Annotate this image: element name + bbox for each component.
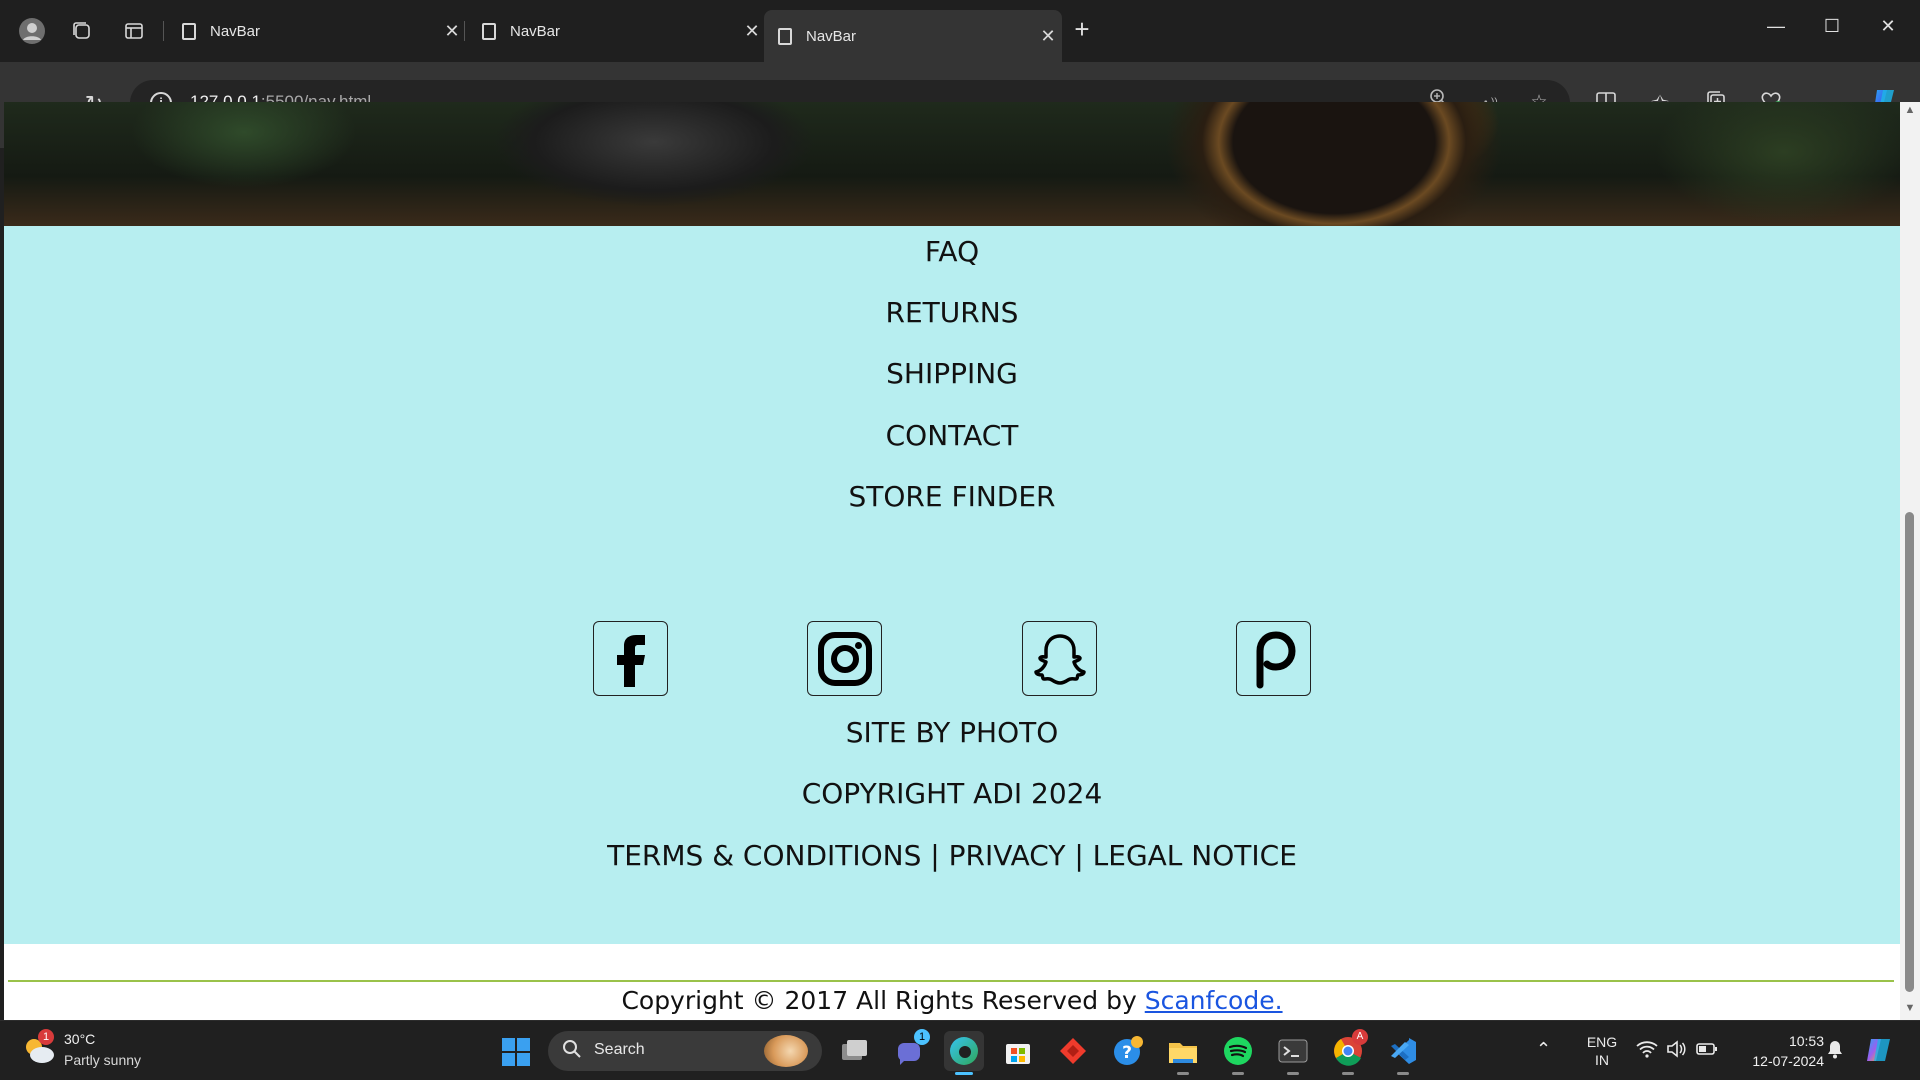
footer-divider	[8, 980, 1894, 982]
weather-desc[interactable]: Partly sunny	[64, 1052, 141, 1068]
instagram-icon[interactable]	[807, 621, 882, 696]
taskbar-search[interactable]: Search	[548, 1031, 822, 1071]
copyright-adi-text: COPYRIGHT ADI 2024	[801, 777, 1103, 810]
show-hidden-icons-chevron-icon[interactable]: ⌃	[1536, 1039, 1551, 1080]
weather-temp[interactable]: 30°C	[64, 1031, 95, 1047]
help-icon[interactable]: ?	[1108, 1031, 1148, 1071]
browser-tab-1[interactable]: NavBar ✕	[168, 12, 466, 50]
vertical-tabs-icon[interactable]	[118, 15, 150, 47]
page-scrollbar[interactable]: ▲ ▼	[1900, 102, 1920, 1020]
search-highlight-shell-icon	[764, 1035, 808, 1067]
lang-primary: ENG	[1586, 1034, 1618, 1050]
volume-icon[interactable]	[1666, 1040, 1686, 1080]
facebook-icon[interactable]	[593, 621, 668, 696]
microsoft-store-icon[interactable]	[998, 1031, 1038, 1071]
pinterest-icon[interactable]	[1236, 621, 1311, 696]
task-view-icon[interactable]	[834, 1031, 874, 1071]
copilot-taskbar-icon[interactable]	[1864, 1035, 1894, 1080]
lang-region: IN	[1595, 1052, 1609, 1068]
windows-start-button[interactable]	[502, 1038, 530, 1066]
search-label: Search	[594, 1041, 645, 1058]
footer-link-store-finder[interactable]: STORE FINDER	[4, 480, 1900, 513]
profile-avatar-icon[interactable]	[16, 15, 48, 47]
snapchat-icon[interactable]	[1022, 621, 1097, 696]
site-footer: FAQ RETURNS SHIPPING CONTACT STORE FINDE…	[4, 226, 1900, 944]
scroll-up-arrow-icon[interactable]: ▲	[1903, 104, 1917, 118]
close-tab-icon[interactable]: ✕	[1034, 26, 1062, 47]
page-viewport: FAQ RETURNS SHIPPING CONTACT STORE FINDE…	[4, 102, 1900, 1020]
teams-chat-icon[interactable]: 1	[890, 1029, 930, 1071]
workspaces-icon[interactable]	[66, 15, 98, 47]
legal-links[interactable]: TERMS & CONDITIONS | PRIVACY | LEGAL NOT…	[4, 839, 1900, 872]
scroll-down-arrow-icon[interactable]: ▼	[1903, 1002, 1917, 1016]
tab-title: NavBar	[806, 27, 857, 45]
close-tab-icon[interactable]: ✕	[738, 21, 766, 42]
scanfcode-link[interactable]: Scanfcode.	[1145, 986, 1283, 1015]
search-icon	[562, 1039, 584, 1061]
copyright-text: Copyright © 2017 All Rights Reserved by	[621, 986, 1137, 1015]
maximize-button[interactable]: ☐	[1804, 8, 1860, 44]
close-tab-icon[interactable]: ✕	[438, 21, 466, 42]
minimize-button[interactable]: —	[1748, 8, 1804, 44]
edge-browser-icon[interactable]	[944, 1031, 984, 1075]
wifi-icon[interactable]	[1636, 1040, 1658, 1080]
page-icon	[182, 22, 196, 40]
clock-date: 12-07-2024	[1752, 1053, 1824, 1069]
page-icon	[778, 27, 792, 45]
vscode-icon[interactable]	[1383, 1031, 1423, 1075]
windows-taskbar: 1 30°C Partly sunny Search 1 ? A ⌃ ENG I…	[0, 1020, 1920, 1080]
file-explorer-icon[interactable]	[1163, 1031, 1203, 1075]
bottom-copyright: Copyright © 2017 All Rights Reserved by …	[4, 984, 1900, 1018]
language-indicator[interactable]: ENG IN	[1586, 1033, 1618, 1080]
footer-link-faq[interactable]: FAQ	[4, 235, 1900, 268]
browser-tab-2[interactable]: NavBar ✕	[468, 12, 766, 50]
footer-link-contact[interactable]: CONTACT	[4, 419, 1900, 452]
system-clock[interactable]: 10:53 12-07-2024	[1728, 1031, 1824, 1071]
battery-icon[interactable]	[1696, 1042, 1718, 1080]
site-by-text: SITE BY PHOTO	[845, 716, 1059, 749]
chrome-icon[interactable]: A	[1328, 1029, 1368, 1075]
clock-time: 10:53	[1788, 1033, 1824, 1049]
tab-title: NavBar	[510, 22, 561, 40]
tab-title: NavBar	[210, 22, 261, 40]
hero-camera-image	[4, 102, 1900, 226]
svg-text:?: ?	[1122, 1043, 1132, 1063]
footer-link-shipping[interactable]: SHIPPING	[4, 357, 1900, 390]
scroll-thumb[interactable]	[1905, 512, 1914, 992]
browser-tab-3[interactable]: NavBar ✕	[764, 10, 1062, 62]
teams-badge: 1	[914, 1029, 930, 1045]
weather-badge: 1	[38, 1029, 54, 1045]
new-tab-button[interactable]: +	[1066, 14, 1098, 46]
spotify-icon[interactable]	[1218, 1031, 1258, 1075]
anydesk-icon[interactable]	[1053, 1031, 1093, 1071]
browser-titlebar: NavBar ✕ NavBar ✕ NavBar ✕ + — ☐ ✕	[0, 0, 1920, 62]
chrome-profile-badge: A	[1352, 1029, 1368, 1045]
close-window-button[interactable]: ✕	[1860, 8, 1916, 44]
footer-link-returns[interactable]: RETURNS	[4, 296, 1900, 329]
page-icon	[482, 22, 496, 40]
terminal-icon[interactable]	[1273, 1031, 1313, 1075]
notification-bell-icon[interactable]	[1826, 1039, 1844, 1080]
